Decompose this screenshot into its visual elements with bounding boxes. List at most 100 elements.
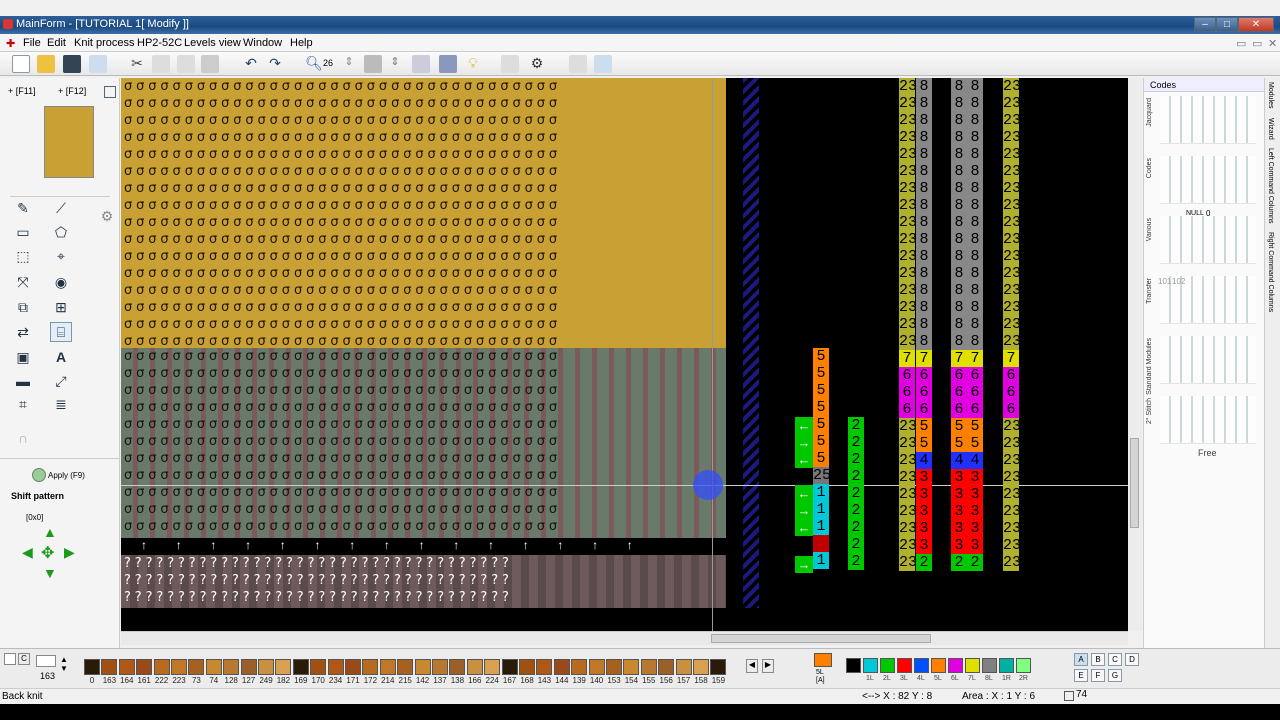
command-cell[interactable]: 6 <box>1003 401 1019 418</box>
palette-swatch[interactable] <box>397 659 414 675</box>
command-cell[interactable]: 23 <box>1003 299 1021 316</box>
command-cell[interactable]: 23 <box>1003 486 1021 503</box>
command-cell[interactable]: 2 <box>848 553 864 570</box>
palette-swatch[interactable] <box>571 659 588 675</box>
crop-icon[interactable]: ⌗ <box>12 394 34 414</box>
palette-swatch[interactable] <box>432 659 448 675</box>
direction-arrow-icon[interactable]: → <box>795 556 813 573</box>
command-cell[interactable]: 5 <box>916 435 932 452</box>
command-cell[interactable]: 23 <box>1003 435 1021 452</box>
command-cell[interactable]: 8 <box>967 231 983 248</box>
palette-swatch[interactable] <box>588 659 605 675</box>
polygon-icon[interactable]: ⬠ <box>50 222 72 242</box>
command-cell[interactable]: 8 <box>916 163 932 180</box>
shift-down-icon[interactable]: ▼ <box>43 565 57 581</box>
yarn-color-swatch[interactable] <box>914 658 929 673</box>
command-cell[interactable]: 23 <box>1003 503 1021 520</box>
command-cell[interactable]: 8 <box>951 112 967 129</box>
command-cell[interactable]: 23 <box>1003 95 1021 112</box>
carrier-button-e[interactable]: E <box>1074 669 1088 682</box>
command-cell[interactable]: 23 <box>899 248 917 265</box>
command-cell[interactable]: 3 <box>916 503 932 520</box>
vertical-scrollbar[interactable] <box>1128 78 1142 631</box>
command-cell[interactable]: 6 <box>916 401 932 418</box>
command-cell[interactable]: 23 <box>1003 78 1021 95</box>
maximize-button[interactable]: □ <box>1216 17 1238 32</box>
command-cell[interactable]: 23 <box>1003 469 1021 486</box>
direction-arrow-icon[interactable]: → <box>795 502 813 519</box>
command-cell[interactable]: 6 <box>951 384 967 401</box>
command-cell[interactable]: 8 <box>951 265 967 282</box>
command-cell[interactable]: 8 <box>951 333 967 350</box>
magic-select-icon[interactable]: ⌖ <box>50 246 72 266</box>
command-cell[interactable]: 23 <box>899 299 917 316</box>
command-cell[interactable]: 8 <box>951 316 967 333</box>
command-cell[interactable]: 23 <box>899 333 917 350</box>
yarn-color-swatch[interactable] <box>846 658 861 673</box>
codes-section-label[interactable]: Codes <box>1146 158 1153 178</box>
command-cell[interactable]: 8 <box>967 282 983 299</box>
apply-check-icon[interactable] <box>32 468 46 482</box>
hscroll-thumb[interactable] <box>711 634 931 643</box>
command-cell[interactable]: 3 <box>967 469 983 486</box>
command-cell[interactable]: 6 <box>899 384 915 401</box>
tab-wizard[interactable]: Wizard <box>1267 118 1274 140</box>
settings-gear-icon[interactable]: ⚙ <box>96 206 118 226</box>
direction-arrow-icon[interactable]: ← <box>795 485 813 502</box>
palette-swatch[interactable] <box>310 659 327 675</box>
stitch-tool-icon[interactable]: ⌸ <box>50 322 72 342</box>
command-cell[interactable]: 2 <box>848 468 864 485</box>
command-cell[interactable]: 8 <box>967 78 983 95</box>
shift-up-icon[interactable]: ▲ <box>43 524 57 540</box>
command-cell[interactable]: 5 <box>951 435 967 452</box>
command-cell[interactable]: 8 <box>916 231 932 248</box>
palette-swatch[interactable] <box>362 659 379 675</box>
palette-toggle-a[interactable] <box>4 653 16 665</box>
command-cell[interactable]: 6 <box>1003 367 1019 384</box>
command-cell[interactable]: 8 <box>967 129 983 146</box>
command-cell[interactable]: 5 <box>813 348 829 365</box>
command-cell[interactable]: 8 <box>967 316 983 333</box>
command-cell[interactable]: 4 <box>916 452 932 469</box>
command-cell[interactable]: 23 <box>1003 112 1021 129</box>
lightbulb-icon[interactable]: 💡︎ <box>464 55 482 73</box>
palette-swatch[interactable] <box>292 659 309 675</box>
minimize-button[interactable]: – <box>1194 17 1216 32</box>
palette-swatch[interactable] <box>327 659 344 675</box>
command-cell[interactable]: 2 <box>951 554 967 571</box>
pattern-thumbnail[interactable] <box>44 106 94 178</box>
command-cell[interactable]: 23 <box>899 503 917 520</box>
line-icon[interactable]: ⟋ <box>50 198 72 218</box>
edit-icon[interactable] <box>594 55 612 73</box>
command-cell[interactable]: 2 <box>848 536 864 553</box>
command-cell[interactable]: 8 <box>916 197 932 214</box>
command-cell[interactable]: 3 <box>951 520 967 537</box>
command-cell[interactable]: 8 <box>916 333 932 350</box>
command-cell[interactable]: 2 <box>848 485 864 502</box>
command-cell[interactable]: 23 <box>1003 537 1021 554</box>
command-cell[interactable]: 2 <box>848 434 864 451</box>
command-cell[interactable]: 23 <box>899 554 917 571</box>
yarn-color-swatch[interactable] <box>982 658 997 673</box>
command-cell[interactable]: 3 <box>916 486 932 503</box>
menu-hp2-52c[interactable]: HP2-52C <box>137 37 182 49</box>
command-cell[interactable]: 8 <box>916 299 932 316</box>
command-cell[interactable]: 8 <box>951 197 967 214</box>
module-icon[interactable] <box>569 55 587 73</box>
yarn-color-swatch[interactable] <box>931 658 946 673</box>
command-cell[interactable]: 23 <box>899 418 917 435</box>
command-cell[interactable]: 23 <box>899 452 917 469</box>
command-cell[interactable]: 5 <box>813 365 829 382</box>
command-cell[interactable]: 23 <box>899 282 917 299</box>
shift-right-icon[interactable]: ▶ <box>64 544 75 561</box>
command-cell[interactable]: 23 <box>899 435 917 452</box>
repeat-icon[interactable]: ⊞ <box>50 297 72 317</box>
menu-file[interactable]: File <box>23 37 41 49</box>
palette-swatch[interactable] <box>675 659 692 675</box>
zoom-icon[interactable]: 🔍︎ <box>305 55 323 73</box>
command-cell[interactable]: 23 <box>1003 163 1021 180</box>
palette-swatch[interactable] <box>258 659 274 675</box>
codes-section-label[interactable]: Standard Modules <box>1146 338 1153 395</box>
command-cell[interactable]: 4 <box>967 452 983 469</box>
current-level-swatch[interactable] <box>814 653 832 667</box>
